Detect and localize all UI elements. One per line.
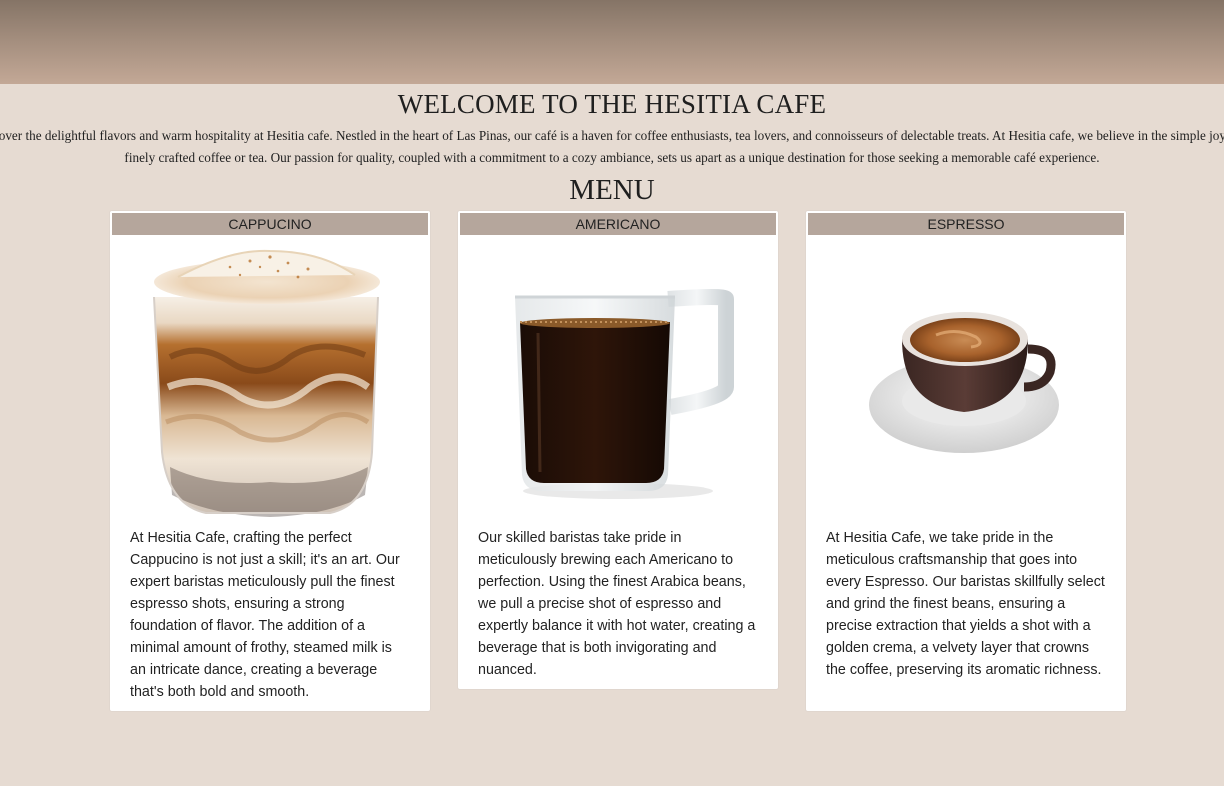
page-title: WELCOME TO THE HESITIA CAFE (397, 89, 827, 119)
card-description: At Hesitia Cafe, we take pride in the me… (826, 530, 1105, 678)
menu-card-cappucino[interactable]: CAPPUCINO At Hesitia Cafe, crafting the … (109, 210, 431, 712)
espresso-cup-image (806, 237, 1126, 527)
americano-mug-image (458, 237, 778, 527)
top-banner (0, 0, 1224, 84)
card-description: Our skilled baristas take pride in metic… (478, 530, 756, 678)
menu-card-americano[interactable]: AMERICANO Our skilled baristas take prid… (457, 210, 779, 690)
card-description: At Hesitia Cafe, crafting the perfect Ca… (130, 530, 400, 700)
menu-card-espresso[interactable]: ESPRESSO At Hesitia Cafe, we take pride … (805, 210, 1127, 712)
card-title: AMERICANO (460, 213, 776, 235)
card-title: ESPRESSO (808, 213, 1124, 235)
intro-text: Discover the delightful flavors and warm… (0, 128, 1224, 165)
card-title: CAPPUCINO (112, 213, 428, 235)
intro-section: Discover the delightful flavors and warm… (0, 125, 1224, 173)
menu-title: MENU (569, 174, 655, 206)
cappuccino-glass-image (110, 237, 430, 527)
menu-cards: CAPPUCINO At Hesitia Cafe, crafting the … (0, 210, 1224, 730)
